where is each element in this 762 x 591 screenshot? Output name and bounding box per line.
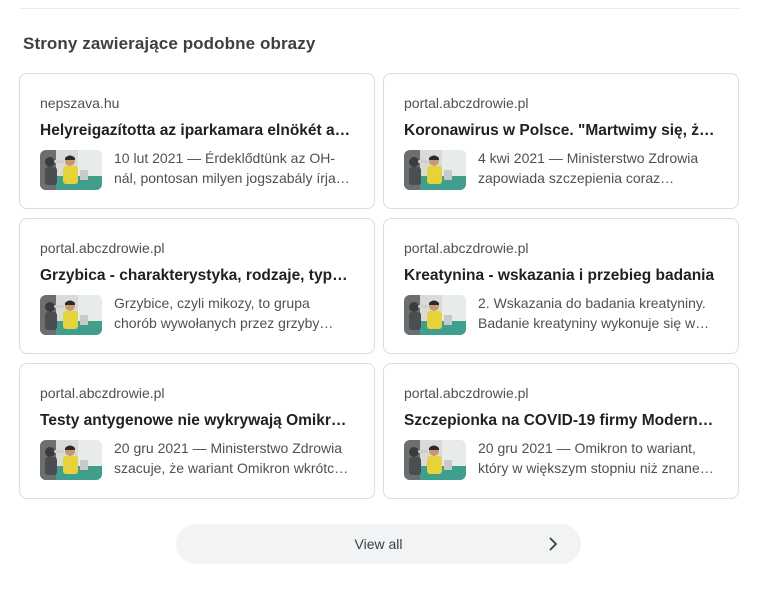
result-thumbnail[interactable] bbox=[404, 150, 466, 190]
result-thumbnail[interactable] bbox=[40, 440, 102, 480]
result-card[interactable]: nepszava.hu Helyreigazította az iparkama… bbox=[19, 73, 375, 209]
result-snippet: 20 gru 2021 — Ministerstwo Zdrowia szacu… bbox=[114, 440, 342, 476]
result-snippet: 4 kwi 2021 — Ministerstwo Zdrowia zapowi… bbox=[478, 150, 699, 186]
result-thumbnail[interactable] bbox=[40, 295, 102, 335]
top-divider bbox=[20, 8, 740, 9]
result-source: portal.abczdrowie.pl bbox=[40, 385, 165, 401]
result-card[interactable]: portal.abczdrowie.pl Szczepionka na COVI… bbox=[383, 363, 739, 499]
result-card[interactable]: portal.abczdrowie.pl Grzybica - charakte… bbox=[19, 218, 375, 354]
result-card[interactable]: portal.abczdrowie.pl Kreatynina - wskaza… bbox=[383, 218, 739, 354]
result-snippet: 2. Wskazania do badania kreatyniny. Bada… bbox=[478, 295, 706, 331]
view-all-button[interactable]: View all bbox=[176, 524, 581, 564]
result-thumbnail[interactable] bbox=[404, 440, 466, 480]
result-source: portal.abczdrowie.pl bbox=[404, 385, 529, 401]
result-headline[interactable]: Szczepionka na COVID-19 firmy Moderna sk… bbox=[404, 411, 718, 431]
chevron-right-icon bbox=[545, 536, 561, 552]
result-thumbnail[interactable] bbox=[404, 295, 466, 335]
result-headline[interactable]: Helyreigazította az iparkamara elnökét a… bbox=[40, 121, 354, 141]
result-headline[interactable]: Koronawirus w Polsce. "Martwimy się, że … bbox=[404, 121, 718, 141]
section-title: Strony zawierające podobne obrazy bbox=[23, 34, 316, 53]
view-all-label: View all bbox=[354, 536, 403, 552]
result-snippet: 10 lut 2021 — Érdeklődtünk az OH-nál, po… bbox=[114, 150, 336, 186]
result-headline[interactable]: Testy antygenowe nie wykrywają Omikronu? bbox=[40, 411, 354, 431]
result-source: portal.abczdrowie.pl bbox=[404, 95, 529, 111]
result-source: portal.abczdrowie.pl bbox=[40, 240, 165, 256]
result-card[interactable]: portal.abczdrowie.pl Testy antygenowe ni… bbox=[19, 363, 375, 499]
result-source: nepszava.hu bbox=[40, 95, 120, 111]
result-headline[interactable]: Grzybica - charakterystyka, rodzaje, typ… bbox=[40, 266, 354, 286]
results-grid: nepszava.hu Helyreigazította az iparkama… bbox=[19, 73, 739, 499]
result-source: portal.abczdrowie.pl bbox=[404, 240, 529, 256]
result-thumbnail[interactable] bbox=[40, 150, 102, 190]
result-snippet: Grzybice, czyli mikozy, to grupa chorób … bbox=[114, 295, 320, 331]
result-headline[interactable]: Kreatynina - wskazania i przebieg badani… bbox=[404, 266, 718, 286]
result-card[interactable]: portal.abczdrowie.pl Koronawirus w Polsc… bbox=[383, 73, 739, 209]
result-snippet: 20 gru 2021 — Omikron to wariant, który … bbox=[478, 440, 700, 476]
